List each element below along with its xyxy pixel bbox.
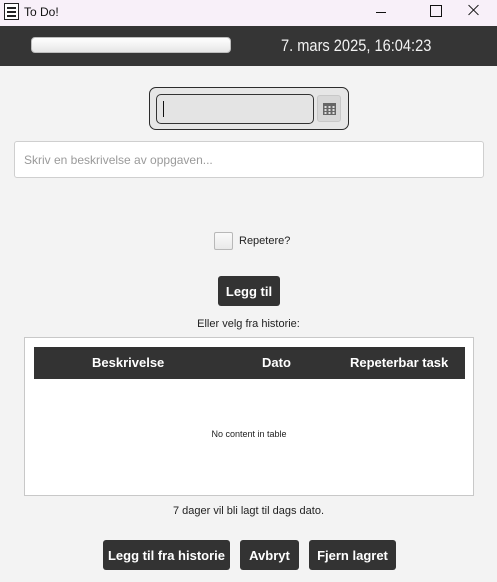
todo-list-icon: [4, 3, 19, 20]
calendar-icon: [323, 103, 336, 115]
window-title: To Do!: [24, 5, 59, 19]
cancel-button[interactable]: Avbryt: [240, 540, 299, 570]
description-input[interactable]: [14, 141, 484, 178]
date-picker: [149, 87, 349, 130]
calendar-button[interactable]: [317, 95, 341, 122]
text-caret: [163, 101, 164, 117]
add-from-history-button[interactable]: Legg til fra historie: [103, 540, 230, 570]
window-titlebar: To Do!: [0, 0, 497, 26]
column-header-description[interactable]: Beskrivelse: [92, 355, 164, 370]
minimize-icon[interactable]: [359, 0, 405, 26]
date-input[interactable]: [156, 94, 314, 124]
column-header-date[interactable]: Dato: [262, 355, 291, 370]
add-button[interactable]: Legg til: [218, 276, 280, 306]
history-label: Eller velg fra historie:: [197, 318, 300, 330]
table-header: Beskrivelse Dato Repeterbar task: [34, 347, 465, 379]
repeat-checkbox[interactable]: [214, 232, 233, 250]
repeat-label: Repetere?: [239, 235, 291, 247]
remove-saved-button[interactable]: Fjern lagret: [309, 540, 396, 570]
close-icon[interactable]: [452, 0, 497, 26]
current-datetime: 7. mars 2025, 16:04:23: [281, 36, 432, 55]
progress-bar: [31, 37, 231, 53]
header-bar: 7. mars 2025, 16:04:23: [0, 26, 497, 66]
empty-table-message: No content in table: [211, 429, 287, 439]
column-header-repeatable[interactable]: Repeterbar task: [350, 355, 448, 370]
history-table[interactable]: Beskrivelse Dato Repeterbar task No cont…: [24, 337, 474, 496]
days-info-text: 7 dager vil bli lagt til dags dato.: [172, 505, 325, 517]
